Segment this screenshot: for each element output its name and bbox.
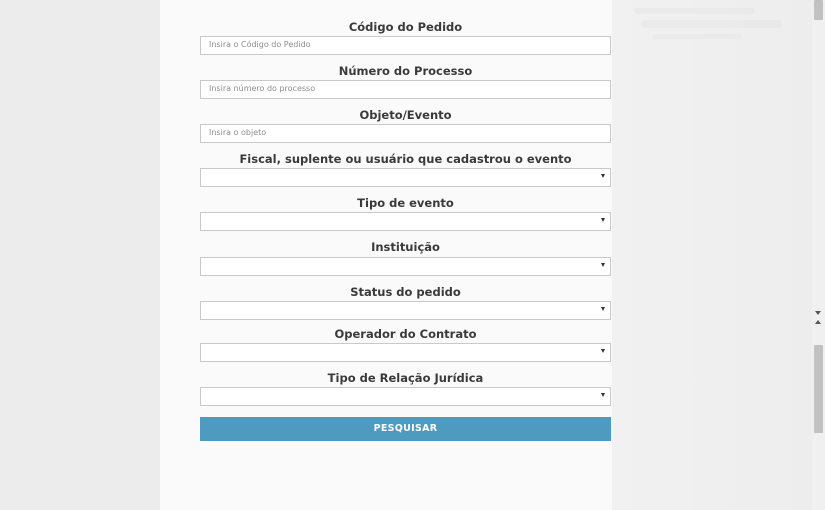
scrollbar[interactable] — [812, 0, 825, 510]
objeto-evento-label: Objeto/Evento — [359, 108, 452, 122]
scroll-thumb-upper[interactable] — [814, 0, 823, 20]
fiscal-select[interactable] — [200, 168, 611, 187]
blurred-shape — [652, 34, 742, 39]
scroll-up-arrow-icon[interactable] — [815, 320, 821, 324]
caret-down-icon — [601, 218, 605, 222]
caret-down-icon — [601, 174, 605, 178]
numero-processo-input[interactable]: Insira número do processo — [200, 80, 611, 99]
operador-contrato-select[interactable] — [200, 343, 611, 362]
tipo-relacao-juridica-label: Tipo de Relação Jurídica — [327, 371, 484, 385]
tipo-evento-select[interactable] — [200, 212, 611, 231]
codigo-pedido-placeholder: Insira o Código do Pedido — [209, 40, 311, 49]
instituicao-select[interactable] — [200, 257, 611, 276]
scroll-down-arrow-icon[interactable] — [815, 311, 821, 315]
caret-down-icon — [601, 349, 605, 353]
codigo-pedido-label: Código do Pedido — [348, 20, 463, 34]
numero-processo-label: Número do Processo — [338, 64, 473, 78]
codigo-pedido-input[interactable]: Insira o Código do Pedido — [200, 36, 611, 55]
caret-down-icon — [601, 307, 605, 311]
search-button[interactable]: PESQUISAR — [200, 417, 611, 441]
instituicao-label: Instituição — [371, 240, 440, 254]
fiscal-label: Fiscal, suplente ou usuário que cadastro… — [239, 152, 572, 166]
blurred-shape — [642, 20, 782, 28]
blurred-shape — [634, 8, 754, 14]
caret-down-icon — [601, 393, 605, 397]
caret-down-icon — [601, 263, 605, 267]
operador-contrato-label: Operador do Contrato — [334, 327, 477, 341]
tipo-evento-label: Tipo de evento — [357, 196, 454, 210]
page: Código do Pedido Insira o Código do Pedi… — [0, 0, 825, 510]
tipo-relacao-juridica-select[interactable] — [200, 387, 611, 406]
objeto-evento-input[interactable]: Insira o objeto — [200, 124, 611, 143]
numero-processo-placeholder: Insira número do processo — [209, 84, 316, 93]
objeto-evento-placeholder: Insira o objeto — [209, 128, 267, 137]
scroll-thumb-lower[interactable] — [814, 345, 823, 433]
blurred-background — [612, 0, 812, 510]
status-pedido-label: Status do pedido — [350, 285, 461, 299]
status-pedido-select[interactable] — [200, 301, 611, 320]
